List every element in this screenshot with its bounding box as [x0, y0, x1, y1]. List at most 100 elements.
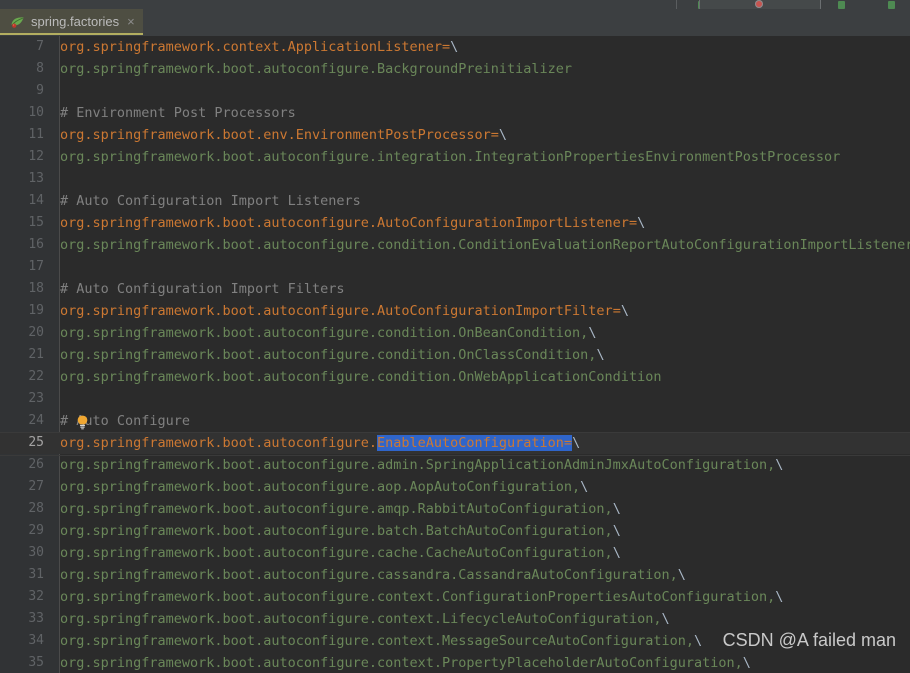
- code-text[interactable]: org.springframework.boot.autoconfigure.c…: [60, 608, 670, 630]
- code-token: \: [742, 655, 751, 671]
- line-number[interactable]: 35: [0, 652, 44, 673]
- code-line[interactable]: 31 org.springframework.boot.autoconfigure…: [0, 564, 910, 586]
- code-text[interactable]: # Auto Configuration Import Filters: [60, 278, 344, 300]
- code-text[interactable]: org.springframework.boot.autoconfigure.c…: [60, 652, 751, 673]
- code-text[interactable]: org.springframework.boot.autoconfigure.A…: [60, 212, 645, 234]
- line-number[interactable]: 32: [0, 586, 44, 608]
- code-line[interactable]: 16 org.springframework.boot.autoconfigure…: [0, 234, 910, 256]
- line-number[interactable]: 12: [0, 146, 44, 168]
- code-text[interactable]: org.springframework.boot.autoconfigure.c…: [60, 322, 596, 344]
- tab-spring-factories[interactable]: spring.factories ×: [0, 9, 143, 35]
- code-editor[interactable]: 7 org.springframework.context.Application…: [0, 36, 910, 673]
- line-number[interactable]: 19: [0, 300, 44, 322]
- code-text[interactable]: org.springframework.boot.autoconfigure.c…: [60, 344, 605, 366]
- search-icon[interactable]: [755, 0, 763, 8]
- code-token: # Auto Configuration Import Listeners: [60, 193, 361, 209]
- line-number[interactable]: 21: [0, 344, 44, 366]
- main-toolbar[interactable]: [0, 0, 910, 9]
- code-text[interactable]: org.springframework.boot.autoconfigure.a…: [60, 476, 588, 498]
- code-line[interactable]: 19 org.springframework.boot.autoconfigure…: [0, 300, 910, 322]
- line-number[interactable]: 10: [0, 102, 44, 124]
- line-number[interactable]: 11: [0, 124, 44, 146]
- line-number[interactable]: 7: [0, 36, 44, 58]
- code-line[interactable]: 21 org.springframework.boot.autoconfigure…: [0, 344, 910, 366]
- code-text[interactable]: org.springframework.boot.autoconfigure.c…: [60, 630, 702, 652]
- code-line[interactable]: 18 # Auto Configuration Import Filters: [0, 278, 910, 300]
- code-text[interactable]: org.springframework.context.ApplicationL…: [60, 36, 458, 58]
- code-line[interactable]: 15 org.springframework.boot.autoconfigure…: [0, 212, 910, 234]
- editor-tab-bar: spring.factories ×: [0, 9, 910, 37]
- line-number[interactable]: 34: [0, 630, 44, 652]
- code-line[interactable]: 22 org.springframework.boot.autoconfigure…: [0, 366, 910, 388]
- code-line[interactable]: 28 org.springframework.boot.autoconfigure…: [0, 498, 910, 520]
- code-text[interactable]: org.springframework.boot.autoconfigure.a…: [60, 498, 621, 520]
- line-number[interactable]: 30: [0, 542, 44, 564]
- close-icon[interactable]: ×: [127, 15, 135, 28]
- code-line[interactable]: 35 org.springframework.boot.autoconfigure…: [0, 652, 910, 673]
- code-line[interactable]: 33 org.springframework.boot.autoconfigure…: [0, 608, 910, 630]
- code-text[interactable]: org.springframework.boot.autoconfigure.a…: [60, 454, 783, 476]
- line-number[interactable]: 24: [0, 410, 44, 432]
- code-text[interactable]: org.springframework.boot.autoconfigure.c…: [60, 366, 661, 388]
- line-number[interactable]: 33: [0, 608, 44, 630]
- code-line[interactable]: 30 org.springframework.boot.autoconfigure…: [0, 542, 910, 564]
- lightbulb-icon[interactable]: [76, 414, 89, 430]
- line-number[interactable]: 28: [0, 498, 44, 520]
- code-text[interactable]: org.springframework.boot.autoconfigure.c…: [60, 234, 910, 256]
- line-number[interactable]: 26: [0, 454, 44, 476]
- code-line[interactable]: 13: [0, 168, 910, 190]
- code-text[interactable]: org.springframework.boot.autoconfigure.B…: [60, 58, 572, 80]
- code-text[interactable]: org.springframework.boot.autoconfigure.c…: [60, 564, 686, 586]
- code-line[interactable]: 23: [0, 388, 910, 410]
- line-number[interactable]: 25: [0, 432, 44, 454]
- code-token: \: [677, 567, 686, 583]
- code-text[interactable]: # Auto Configuration Import Listeners: [60, 190, 361, 212]
- line-number[interactable]: 29: [0, 520, 44, 542]
- code-line[interactable]: 27 org.springframework.boot.autoconfigure…: [0, 476, 910, 498]
- code-token: org.springframework.boot.autoconfigure.i…: [60, 149, 841, 165]
- code-line[interactable]: 10 # Environment Post Processors: [0, 102, 910, 124]
- code-text[interactable]: # Environment Post Processors: [60, 102, 296, 124]
- line-number[interactable]: 20: [0, 322, 44, 344]
- code-token: org.springframework.boot.autoconfigure.: [60, 435, 377, 451]
- code-line[interactable]: 7 org.springframework.context.Application…: [0, 36, 910, 58]
- code-line[interactable]: 12 org.springframework.boot.autoconfigure…: [0, 146, 910, 168]
- code-token: =: [628, 215, 638, 231]
- code-line[interactable]: 11 org.springframework.boot.env.Environme…: [0, 124, 910, 146]
- line-number[interactable]: 13: [0, 168, 44, 190]
- code-line[interactable]: 24 # Auto Configure: [0, 410, 910, 432]
- code-text[interactable]: org.springframework.boot.autoconfigure.b…: [60, 520, 621, 542]
- line-number[interactable]: 23: [0, 388, 44, 410]
- code-text[interactable]: org.springframework.boot.autoconfigure.A…: [60, 300, 629, 322]
- code-lines[interactable]: 7 org.springframework.context.Application…: [0, 36, 910, 673]
- code-line[interactable]: 8 org.springframework.boot.autoconfigure.…: [0, 58, 910, 80]
- line-number[interactable]: 9: [0, 80, 44, 102]
- code-text[interactable]: org.springframework.boot.autoconfigure.c…: [60, 586, 783, 608]
- line-number[interactable]: 18: [0, 278, 44, 300]
- code-line[interactable]: 14 # Auto Configuration Import Listeners: [0, 190, 910, 212]
- line-number[interactable]: 15: [0, 212, 44, 234]
- line-number[interactable]: 8: [0, 58, 44, 80]
- code-token: \: [775, 589, 784, 605]
- line-number[interactable]: 14: [0, 190, 44, 212]
- code-line[interactable]: 9: [0, 80, 910, 102]
- code-line[interactable]: 34 org.springframework.boot.autoconfigure…: [0, 630, 910, 652]
- code-line[interactable]: 20 org.springframework.boot.autoconfigure…: [0, 322, 910, 344]
- code-text[interactable]: org.springframework.boot.autoconfigure.E…: [60, 432, 580, 454]
- code-line[interactable]: 17: [0, 256, 910, 278]
- code-text[interactable]: org.springframework.boot.autoconfigure.i…: [60, 146, 840, 168]
- code-token: \: [596, 347, 605, 363]
- line-number[interactable]: 22: [0, 366, 44, 388]
- code-line[interactable]: 32 org.springframework.boot.autoconfigure…: [0, 586, 910, 608]
- code-text[interactable]: org.springframework.boot.autoconfigure.c…: [60, 542, 621, 564]
- code-line[interactable]: 25 org.springframework.boot.autoconfigure…: [0, 432, 910, 456]
- line-number[interactable]: 27: [0, 476, 44, 498]
- line-number[interactable]: 31: [0, 564, 44, 586]
- code-text[interactable]: org.springframework.boot.env.Environment…: [60, 124, 507, 146]
- settings-icon[interactable]: [838, 1, 845, 9]
- line-number[interactable]: 16: [0, 234, 44, 256]
- code-line[interactable]: 29 org.springframework.boot.autoconfigure…: [0, 520, 910, 542]
- notification-icon[interactable]: [888, 1, 895, 9]
- line-number[interactable]: 17: [0, 256, 44, 278]
- code-line[interactable]: 26 org.springframework.boot.autoconfigure…: [0, 454, 910, 476]
